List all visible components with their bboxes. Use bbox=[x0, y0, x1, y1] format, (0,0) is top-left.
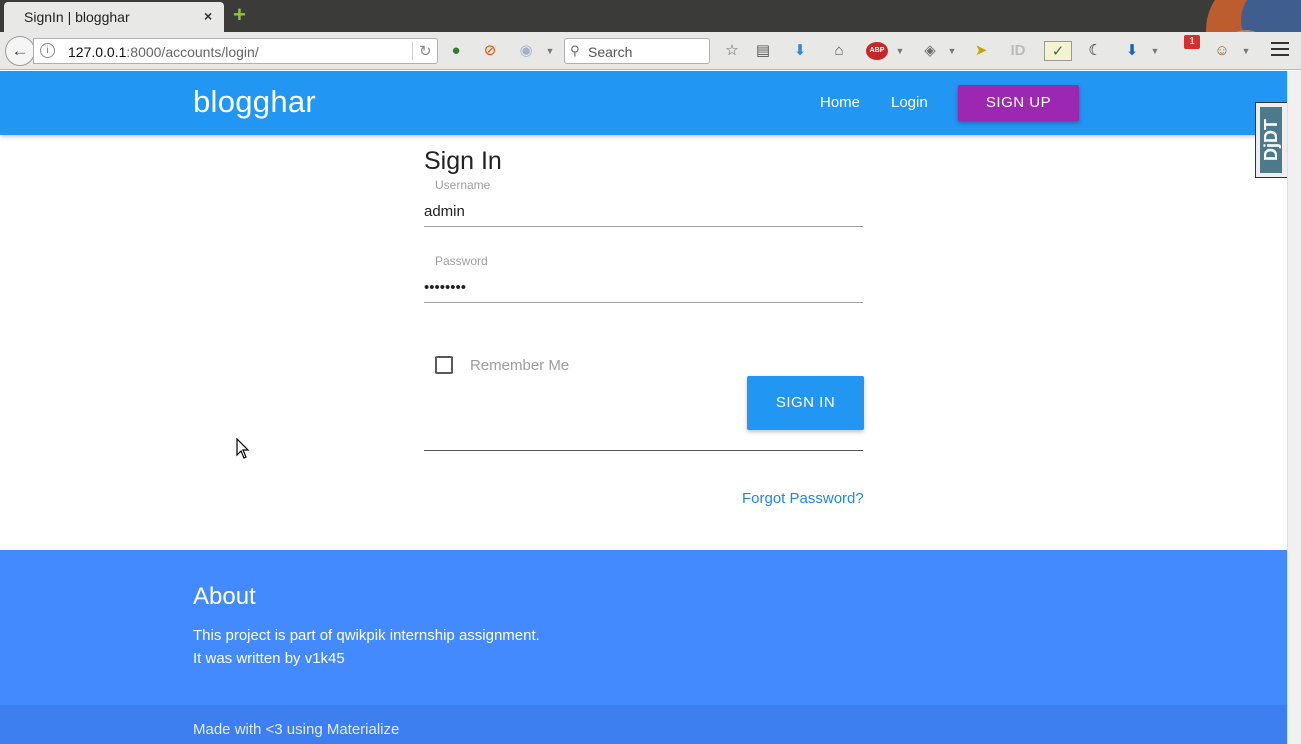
menu-icon[interactable] bbox=[1271, 42, 1289, 60]
checklist-extension-icon[interactable]: ✓ bbox=[1044, 41, 1072, 61]
search-icon: ⚲ bbox=[570, 43, 580, 58]
id-extension-icon[interactable]: ID bbox=[1008, 41, 1028, 61]
username-input[interactable] bbox=[424, 197, 863, 227]
download-manager-icon[interactable]: ⬇ bbox=[1122, 41, 1142, 61]
debug-toolbar-handle[interactable]: DjDT bbox=[1255, 102, 1287, 178]
firefox-theme-decoration bbox=[1206, 0, 1301, 32]
info-icon[interactable]: i bbox=[40, 43, 55, 58]
chevron-down-icon[interactable]: ▼ bbox=[1236, 41, 1256, 61]
debug-toolbar-label[interactable]: DjDT bbox=[1260, 107, 1282, 173]
tab-close-icon[interactable]: × bbox=[204, 8, 212, 24]
reading-list-icon[interactable]: ▤ bbox=[753, 41, 773, 61]
footer-text: It was written by v1k45 bbox=[193, 650, 345, 667]
reload-icon[interactable]: ↻ bbox=[412, 42, 432, 60]
footer-title: About bbox=[193, 583, 256, 610]
shield-extension-icon[interactable]: ● bbox=[446, 41, 466, 61]
mouse-cursor-icon bbox=[236, 438, 250, 459]
greasemonkey-icon[interactable]: ☺ bbox=[1212, 41, 1232, 61]
privacy-extension-icon[interactable]: ◈ bbox=[920, 41, 940, 61]
chevron-down-icon[interactable]: ▼ bbox=[942, 41, 962, 61]
adblock-icon[interactable]: ABP bbox=[866, 42, 888, 60]
footer-text: This project is part of qwikpik internsh… bbox=[193, 627, 540, 644]
browser-tab-bar: SignIn | blogghar × + bbox=[0, 0, 1301, 32]
page: blogghar Home Login SIGN UP Sign In User… bbox=[0, 71, 1287, 744]
remember-me-label[interactable]: Remember Me bbox=[470, 357, 569, 374]
footer: About This project is part of qwikpik in… bbox=[0, 550, 1287, 705]
page-title: Sign In bbox=[424, 147, 502, 175]
url-bar[interactable]: i 127.0.0.1:8000/accounts/login/ ↻ bbox=[33, 38, 438, 64]
bookmark-star-icon[interactable]: ☆ bbox=[722, 41, 742, 61]
block-extension-icon[interactable]: ⊘ bbox=[480, 41, 500, 61]
password-input[interactable] bbox=[424, 273, 863, 303]
chevron-down-icon[interactable]: ▼ bbox=[540, 41, 560, 61]
footer-copyright: Made with <3 using Materialize bbox=[0, 705, 1287, 744]
chevron-down-icon[interactable]: ▼ bbox=[890, 41, 910, 61]
download-icon[interactable]: ⬇ bbox=[790, 41, 810, 61]
brand-logo[interactable]: blogghar bbox=[193, 84, 316, 120]
sign-in-button[interactable]: SIGN IN bbox=[747, 376, 864, 430]
remember-me-checkbox[interactable] bbox=[435, 356, 453, 374]
signup-button[interactable]: SIGN UP bbox=[958, 85, 1079, 121]
search-input[interactable]: Search bbox=[588, 44, 632, 60]
chevron-down-icon[interactable]: ▼ bbox=[1145, 41, 1165, 61]
new-tab-icon[interactable]: + bbox=[233, 4, 246, 26]
forgot-password-link[interactable]: Forgot Password? bbox=[742, 490, 864, 507]
password-label: Password bbox=[435, 254, 488, 268]
home-icon[interactable]: ⌂ bbox=[829, 41, 849, 61]
moon-icon[interactable]: ☾ bbox=[1085, 41, 1105, 61]
search-bar[interactable]: ⚲ Search bbox=[564, 38, 710, 64]
url-text[interactable]: 127.0.0.1:8000/accounts/login/ bbox=[68, 44, 259, 60]
tab-title: SignIn | blogghar bbox=[24, 9, 130, 25]
nav-link-home[interactable]: Home bbox=[820, 94, 860, 111]
scrollbar[interactable] bbox=[1287, 71, 1301, 744]
browser-tab[interactable]: SignIn | blogghar × bbox=[4, 2, 224, 32]
divider bbox=[424, 450, 863, 451]
back-arrow-icon[interactable]: ← bbox=[5, 36, 35, 66]
copyright-text: Made with <3 using Materialize bbox=[193, 721, 400, 738]
cursor-extension-icon[interactable]: ➤ bbox=[971, 41, 991, 61]
nav-link-login[interactable]: Login bbox=[891, 94, 928, 111]
extension-icon[interactable]: ◉ bbox=[516, 41, 536, 61]
site-navbar: blogghar Home Login SIGN UP bbox=[0, 71, 1287, 135]
username-label: Username bbox=[435, 178, 491, 192]
notification-badge[interactable]: 1 bbox=[1184, 35, 1200, 49]
browser-toolbar: ← i 127.0.0.1:8000/accounts/login/ ↻ ● ⊘… bbox=[0, 32, 1301, 70]
